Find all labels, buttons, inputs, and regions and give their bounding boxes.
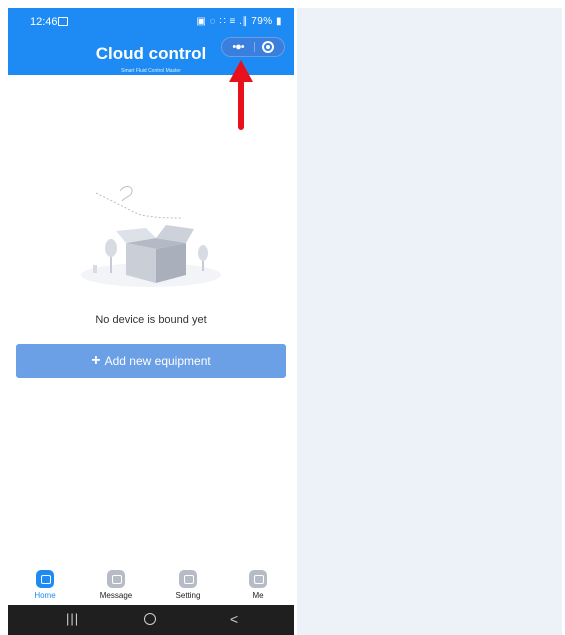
bottom-tab-bar: Home Message Setting Me: [8, 568, 294, 606]
tab-me[interactable]: Me: [233, 570, 283, 600]
capsule-divider: [254, 42, 255, 52]
tab-message-label: Message: [99, 591, 133, 600]
add-equipment-button[interactable]: + Add new equipment: [16, 344, 286, 378]
recent-apps-icon[interactable]: |||: [66, 611, 79, 626]
screenshot-stage: 12:46 ▣ ◌ ∷ ≡ .∥ 79% ▮ Cloud control Sma…: [0, 0, 565, 635]
battery-percent: 79%: [251, 16, 273, 27]
home-icon: [36, 570, 54, 588]
setting-icon: [179, 570, 197, 588]
tab-home-label: Home: [34, 591, 56, 600]
add-equipment-label: Add new equipment: [104, 354, 211, 368]
status-icons: ▣ ◌ ∷ ≡ .∥: [196, 16, 248, 27]
miniprogram-capsule: •●•: [221, 37, 285, 57]
red-arrow-annotation: [229, 60, 253, 130]
home-circle-icon[interactable]: [144, 613, 156, 625]
more-dots-icon[interactable]: •●•: [222, 38, 254, 56]
status-indicators: ▣ ◌ ∷ ≡ .∥ 79% ▮: [196, 16, 282, 27]
tab-setting[interactable]: Setting: [163, 570, 213, 600]
gallery-icon: [58, 17, 68, 26]
phone-screen: 12:46 ▣ ◌ ∷ ≡ .∥ 79% ▮ Cloud control Sma…: [8, 8, 294, 635]
target-close-icon[interactable]: [262, 41, 274, 53]
status-time: 12:46: [30, 16, 58, 28]
tab-home[interactable]: Home: [20, 570, 70, 600]
plus-icon: +: [91, 352, 101, 369]
empty-state-message: No device is bound yet: [95, 314, 207, 326]
android-nav-bar: ||| <: [8, 605, 294, 635]
empty-box-illustration: [81, 186, 221, 287]
me-icon: [249, 570, 267, 588]
blank-side-panel: [297, 8, 562, 635]
tab-message[interactable]: Message: [91, 570, 141, 600]
tab-me-label: Me: [252, 591, 264, 600]
back-chevron-icon[interactable]: <: [230, 611, 238, 627]
battery-icon: ▮: [275, 16, 282, 27]
message-icon: [107, 570, 125, 588]
tab-setting-label: Setting: [175, 591, 201, 600]
